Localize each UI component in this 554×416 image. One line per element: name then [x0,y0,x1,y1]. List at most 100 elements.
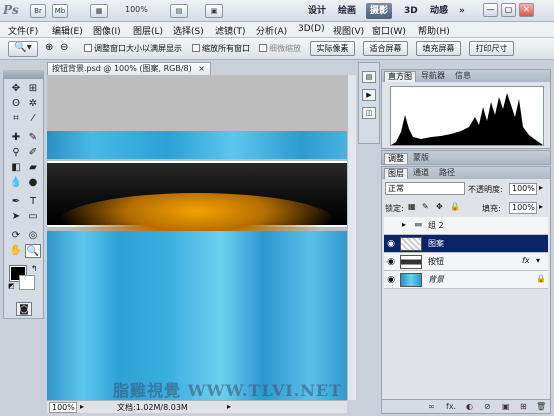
zoom-all-checkbox[interactable]: 缩放所有窗口 [192,43,250,54]
print-size-button[interactable]: 打印尺寸 [469,41,514,56]
expand-group-icon[interactable]: ▸ [402,220,406,229]
fill-field[interactable]: 100% [509,202,537,214]
menu-analysis[interactable]: 分析(A) [256,24,287,37]
menu-view[interactable]: 视图(V) [333,24,364,37]
add-mask-icon[interactable]: ◐ [466,400,473,413]
fill-screen-button[interactable]: 填充屏幕 [416,41,461,56]
fill-chevron-icon[interactable]: ▸ [539,202,543,211]
hand-tool-icon[interactable]: ✋ [8,244,24,258]
menu-window[interactable]: 窗口(W) [372,24,406,37]
history-brush-icon[interactable]: ✐ [25,146,41,160]
tab-adjustments[interactable]: 调整 [384,153,408,164]
artboard-icon[interactable]: ⊞ [25,82,41,96]
add-style-icon[interactable]: fx. [446,400,456,413]
quick-select-icon[interactable]: ✲ [25,97,41,111]
scrubby-zoom-checkbox[interactable]: 细微缩放 [259,43,301,54]
zoom-out-icon[interactable]: ⊖ [60,42,68,53]
3d-orbit-icon[interactable]: ◎ [25,229,41,243]
path-select-icon[interactable]: ➤ [8,210,24,224]
tab-layers[interactable]: 图层 [384,168,408,179]
fit-screen-button[interactable]: 适合屏幕 [363,41,408,56]
quick-mask-icon[interactable]: ◙ [16,302,32,316]
workspace-painting[interactable]: 绘画 [334,3,360,19]
healing-brush-icon[interactable]: ✚ [8,131,24,145]
dodge-icon[interactable]: ● [25,176,41,190]
screen-mode-icon[interactable]: ▣ [205,4,223,18]
view-extras-icon[interactable]: ▦ [90,4,108,18]
effects-chevron-icon[interactable]: ▾ [536,256,540,265]
workspace-design[interactable]: 设计 [304,3,330,19]
blur-icon[interactable]: 💧 [8,176,24,190]
document-canvas-area[interactable]: 脂雞視覺 WWW.TLVI.NET [47,75,347,400]
workspace-more-chevron-icon[interactable]: » [455,3,469,19]
new-group-icon[interactable]: ▣ [502,400,510,413]
menu-filter[interactable]: 滤镜(T) [215,24,246,37]
tab-navigator[interactable]: 导航器 [418,71,448,82]
opacity-field[interactable]: 100% [509,183,537,195]
actions-panel-icon[interactable]: ▶ [362,89,376,101]
document-size-info[interactable]: 文档:1.02M/8.03M [117,402,188,413]
zoom-in-icon[interactable]: ⊕ [45,42,53,53]
shape-tool-icon[interactable]: ▭ [25,210,41,224]
tab-histogram[interactable]: 直方图 [384,71,416,82]
pen-tool-icon[interactable]: ✒ [8,195,24,209]
tab-info[interactable]: 信息 [452,71,474,82]
workspace-photography[interactable]: 摄影 [366,3,393,19]
document-tab[interactable]: 按钮背景.psd @ 100% (图案, RGB/8) × [47,62,211,75]
layer-row-background[interactable]: ◉ 背景 🔒 [384,271,548,289]
link-layers-icon[interactable]: ∞ [428,400,435,413]
lock-image-icon[interactable]: ✎ [422,202,429,211]
lock-transparent-icon[interactable]: ▦ [408,202,416,211]
eye-icon[interactable]: ◉ [385,256,397,268]
eraser-icon[interactable]: ◧ [8,161,24,175]
adjustment-layer-icon[interactable]: ⊘ [484,400,491,413]
close-document-icon[interactable]: × [198,64,205,73]
tool-presets-icon[interactable]: ◫ [362,107,376,119]
zoom-level-select[interactable]: 100% [125,5,148,14]
3d-rotate-icon[interactable]: ⟳ [8,229,24,243]
vertical-scrollbar[interactable] [347,75,356,400]
menu-select[interactable]: 选择(S) [173,24,204,37]
zoom-field[interactable]: 100% [49,402,77,413]
layer-row-group2[interactable]: ▸ ▬ 组 2 [384,217,548,235]
history-panel-icon[interactable]: ▤ [362,71,376,83]
menu-layer[interactable]: 图层(L) [133,24,163,37]
tab-masks[interactable]: 蒙版 [410,153,432,164]
menu-image[interactable]: 图像(I) [93,24,121,37]
tab-paths[interactable]: 路径 [436,168,458,179]
layer-row-pattern[interactable]: ◉ 图案 [384,235,548,253]
crop-tool-icon[interactable]: ⌗ [8,112,24,126]
eye-icon[interactable]: ◉ [385,238,397,250]
move-tool-icon[interactable]: ✥ [8,82,24,96]
type-tool-icon[interactable]: T [25,195,41,209]
visibility-toggle-icon[interactable] [385,220,397,232]
menu-help[interactable]: 帮助(H) [418,24,450,37]
swap-colors-icon[interactable]: ↰ [31,264,38,273]
background-color-swatch[interactable] [19,275,35,290]
delete-layer-icon[interactable]: 🗑 [536,400,546,413]
layer-row-button[interactable]: ◉ 按钮 fx ▾ [384,253,548,271]
workspace-motion[interactable]: 动感 [426,3,452,19]
mini-bridge-button[interactable]: Mb [52,4,68,18]
tab-channels[interactable]: 通道 [410,168,432,179]
brush-tool-icon[interactable]: ✎ [25,131,41,145]
menu-3d[interactable]: 3D(D) [298,24,325,34]
lock-all-icon[interactable]: 🔒 [450,202,460,211]
close-icon[interactable]: ✕ [519,3,534,17]
default-colors-icon[interactable]: ◩ [8,282,15,290]
gradient-icon[interactable]: ▰ [25,161,41,175]
arrange-documents-icon[interactable]: ▤ [170,4,188,18]
workspace-3d[interactable]: 3D [400,3,422,19]
new-layer-icon[interactable]: ⊞ [520,400,527,413]
minimize-icon[interactable]: — [483,3,498,17]
toolbox-header[interactable] [3,70,44,78]
fit-window-checkbox[interactable]: 调整窗口大小以满屏显示 [84,43,182,54]
menu-edit[interactable]: 编辑(E) [52,24,83,37]
lock-position-icon[interactable]: ✥ [436,202,443,211]
zoom-tool-preset-icon[interactable]: 🔍▾ [8,41,38,57]
actual-pixels-button[interactable]: 实际像素 [310,41,355,56]
menu-file[interactable]: 文件(F) [8,24,38,37]
clone-stamp-icon[interactable]: ⚲ [8,146,24,160]
layer-effects-icon[interactable]: fx [522,256,530,265]
eyedropper-icon[interactable]: ⁄ [25,112,41,126]
